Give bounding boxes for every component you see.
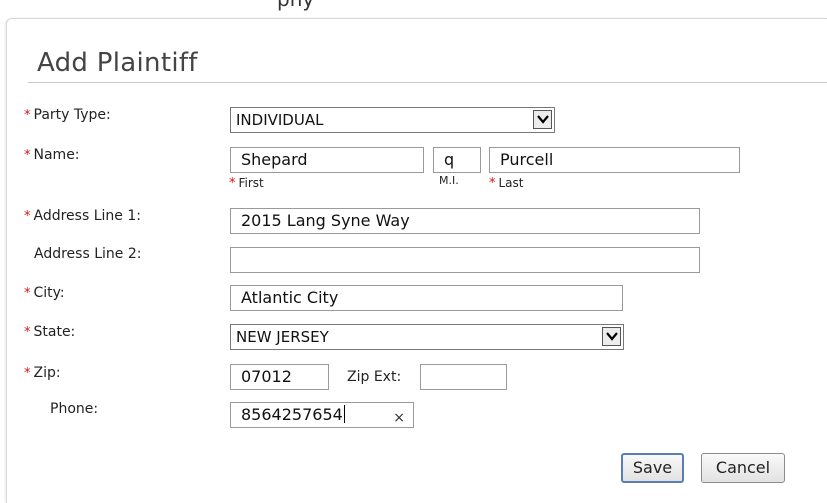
city-label: * City: xyxy=(24,285,65,301)
state-label: * State: xyxy=(24,324,76,340)
state-select[interactable]: NEW JERSEY xyxy=(230,324,624,350)
first-name-caption: * First xyxy=(229,176,264,191)
name-label: * Name: xyxy=(24,147,80,163)
required-marker: * xyxy=(24,286,31,301)
clipped-header-text: pny xyxy=(277,0,314,11)
required-marker: * xyxy=(24,148,31,163)
required-marker: * xyxy=(24,366,31,381)
party-type-value: INDIVIDUAL xyxy=(236,111,324,129)
title-divider xyxy=(28,82,827,83)
party-type-select[interactable]: INDIVIDUAL xyxy=(230,107,555,133)
zip-ext-label: Zip Ext: xyxy=(347,369,402,385)
required-marker: * xyxy=(24,209,31,224)
cancel-button[interactable]: Cancel xyxy=(701,453,785,483)
dialog-title: Add Plaintiff xyxy=(37,48,198,78)
last-name-input[interactable]: Purcell xyxy=(489,147,740,173)
required-marker: * xyxy=(489,176,496,191)
text-caret xyxy=(343,405,345,423)
phone-value: 8564257654 xyxy=(241,405,343,424)
first-name-input[interactable]: Shepard xyxy=(230,147,424,173)
mi-caption: M.I. xyxy=(439,174,459,187)
chevron-down-icon[interactable] xyxy=(533,110,552,129)
top-strip: pny xyxy=(0,0,827,18)
zip-ext-input[interactable] xyxy=(420,364,507,390)
chevron-down-icon[interactable] xyxy=(602,327,621,346)
address-line-1-input[interactable]: 2015 Lang Syne Way xyxy=(230,208,700,234)
clear-icon[interactable]: × xyxy=(393,406,405,427)
middle-initial-input[interactable]: q xyxy=(433,147,481,173)
required-marker: * xyxy=(24,325,31,340)
required-marker: * xyxy=(24,108,31,123)
zip-label: * Zip: xyxy=(24,365,61,381)
address-line-2-input[interactable] xyxy=(230,247,700,273)
party-type-label: * Party Type: xyxy=(24,107,111,123)
last-name-caption: * Last xyxy=(489,176,524,191)
required-marker: * xyxy=(229,176,236,191)
phone-label: Phone: xyxy=(50,401,99,417)
state-value: NEW JERSEY xyxy=(236,328,329,346)
address-line-1-label: * Address Line 1: xyxy=(24,208,141,224)
phone-input[interactable]: 8564257654 × xyxy=(230,402,414,428)
zip-input[interactable]: 07012 xyxy=(230,364,329,390)
city-input[interactable]: Atlantic City xyxy=(230,285,623,311)
address-line-2-label: Address Line 2: xyxy=(34,246,142,262)
save-button[interactable]: Save xyxy=(621,453,684,483)
